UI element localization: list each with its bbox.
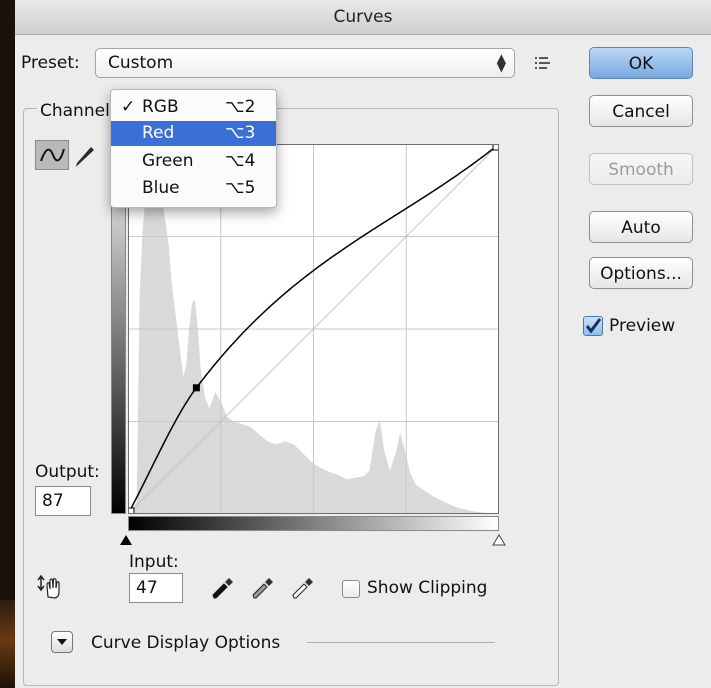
preview-label: Preview (609, 316, 676, 336)
input-field[interactable]: 47 (129, 573, 183, 603)
select-arrows-icon: ▲ ▼ (496, 51, 506, 74)
input-gradient-bar (128, 516, 499, 531)
preview-checkbox[interactable] (583, 316, 603, 336)
channel-dropdown-menu: ✓ RGB ⌥2 Red ⌥3 Green ⌥4 Blue ⌥5 (110, 89, 277, 208)
cancel-button[interactable]: Cancel (589, 95, 693, 127)
channel-menu-item-red[interactable]: Red ⌥3 (111, 121, 276, 146)
options-button[interactable]: Options... (589, 257, 693, 289)
preset-options-icon[interactable] (535, 56, 553, 70)
curve-display-options-toggle[interactable] (51, 631, 73, 653)
curve-tool-button[interactable] (35, 140, 69, 170)
menu-item-shortcut: ⌥5 (225, 178, 256, 198)
menu-item-shortcut: ⌥2 (225, 97, 256, 117)
checkmark-icon (585, 318, 602, 334)
menu-item-shortcut: ⌥4 (225, 151, 256, 171)
black-eyedropper-icon[interactable] (210, 575, 236, 601)
window-title: Curves (15, 0, 711, 35)
section-divider (307, 642, 495, 643)
show-clipping-label: Show Clipping (367, 578, 488, 598)
auto-button[interactable]: Auto (589, 211, 693, 243)
disclosure-triangle-icon (57, 639, 67, 645)
show-clipping-checkbox[interactable] (342, 580, 360, 598)
menu-checkmark: ✓ (121, 97, 136, 117)
smooth-button: Smooth (589, 153, 693, 185)
curve-point-selected[interactable] (192, 384, 200, 392)
channel-menu-item-rgb[interactable]: ✓ RGB ⌥2 (111, 95, 276, 120)
output-label: Output: (35, 462, 100, 482)
pencil-tool-icon[interactable] (73, 142, 99, 168)
black-point-slider-icon[interactable] (119, 534, 133, 546)
on-image-adjust-hand-icon[interactable] (37, 573, 65, 601)
channel-menu-item-blue[interactable]: Blue ⌥5 (111, 176, 276, 201)
channel-menu-item-green[interactable]: Green ⌥4 (111, 149, 276, 174)
menu-item-label: Blue (142, 178, 180, 198)
preset-select[interactable]: Custom ▲ ▼ (95, 48, 515, 78)
white-point-slider-icon[interactable] (492, 534, 506, 546)
channel-label: Channel: (37, 101, 119, 121)
menu-item-shortcut: ⌥3 (225, 123, 256, 143)
input-label: Input: (129, 552, 179, 572)
curves-dialog: Curves Preset: Custom ▲ ▼ OK Cancel Smoot… (15, 0, 711, 688)
gray-eyedropper-icon[interactable] (250, 575, 276, 601)
output-field[interactable]: 87 (35, 486, 91, 516)
curve-tool-icon (40, 148, 65, 162)
menu-item-label: Green (142, 151, 194, 171)
preset-label: Preset: (21, 53, 80, 73)
preset-value: Custom (108, 53, 174, 73)
white-eyedropper-icon[interactable] (290, 575, 316, 601)
menu-item-label: RGB (142, 97, 179, 117)
menu-item-label: Red (142, 123, 175, 143)
curve-display-options-label: Curve Display Options (91, 633, 281, 653)
ok-button[interactable]: OK (589, 47, 693, 79)
